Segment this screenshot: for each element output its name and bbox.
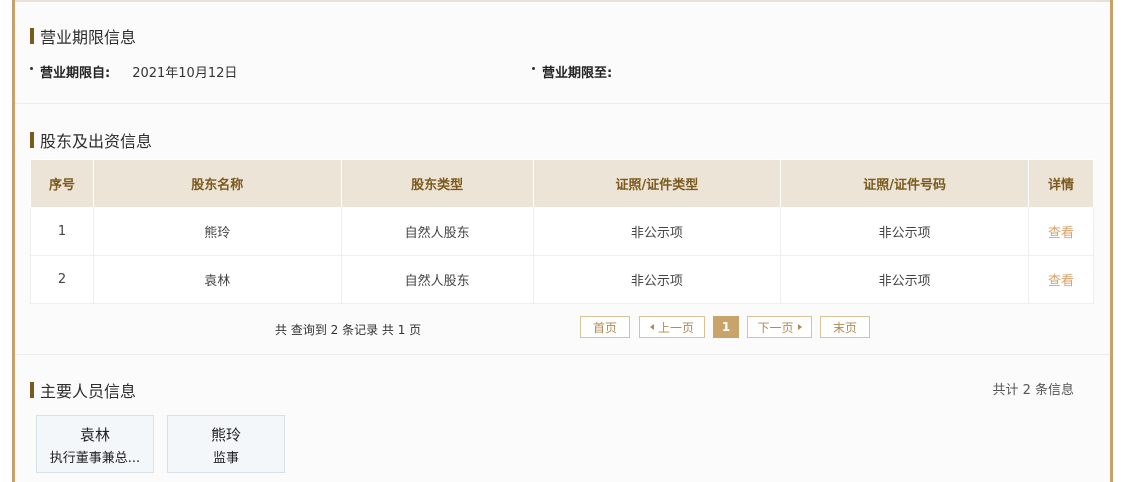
- view-detail-link[interactable]: 查看: [1028, 255, 1094, 304]
- divider: [15, 354, 1110, 355]
- cell-name: 熊玲: [92, 207, 342, 256]
- button-label: 下一页: [757, 320, 794, 335]
- section-title-business-period: 营业期限信息: [30, 24, 136, 48]
- button-label: 上一页: [657, 320, 694, 335]
- table-header-row: 序号 股东名称 股东类型 证照/证件类型 证照/证件号码 详情: [30, 159, 1094, 208]
- pager-summary: 共 查询到 2 条记录 共 1 页: [275, 323, 422, 337]
- cell-cert-no: 非公示项: [780, 255, 1029, 304]
- cell-cert-no: 非公示项: [780, 207, 1029, 256]
- prev-page-button[interactable]: 上一页: [639, 316, 705, 338]
- cell-cert-type: 非公示项: [532, 255, 782, 304]
- shareholder-table: 序号 股东名称 股东类型 证照/证件类型 证照/证件号码 详情 1 熊玲 自然人…: [30, 159, 1094, 304]
- title-bar-icon: [30, 382, 34, 398]
- cell-no: 2: [30, 255, 94, 304]
- view-detail-link[interactable]: 查看: [1028, 207, 1094, 256]
- bullet-icon: [30, 67, 33, 70]
- content-frame: 营业期限信息 营业期限自: 2021年10月12日 营业期限至: 股东及出资信息…: [12, 0, 1113, 482]
- field-value: 2021年10月12日: [132, 66, 238, 81]
- top-border: [15, 0, 1110, 2]
- field-label: 营业期限自:: [40, 66, 111, 81]
- field-period-from: 营业期限自: 2021年10月12日: [30, 62, 237, 81]
- divider: [15, 103, 1110, 104]
- cell-type: 自然人股东: [340, 255, 534, 304]
- section-title-text: 股东及出资信息: [40, 132, 153, 151]
- person-card[interactable]: 袁林 执行董事兼总...: [36, 415, 154, 473]
- button-label: 首页: [592, 320, 617, 335]
- table-row: 1 熊玲 自然人股东 非公示项 非公示项 查看: [30, 207, 1094, 256]
- cell-type: 自然人股东: [340, 207, 534, 256]
- col-header-name: 股东名称: [92, 159, 342, 208]
- next-page-button[interactable]: 下一页: [747, 316, 812, 338]
- first-page-button[interactable]: 首页: [580, 316, 630, 338]
- section-title-shareholders: 股东及出资信息: [30, 128, 152, 152]
- table-row: 2 袁林 自然人股东 非公示项 非公示项 查看: [30, 255, 1094, 304]
- page-number-button[interactable]: 1: [713, 316, 739, 338]
- person-role: 监事: [212, 451, 239, 466]
- cell-name: 袁林: [92, 255, 342, 304]
- col-header-cert-type: 证照/证件类型: [532, 159, 782, 208]
- last-page-button[interactable]: 末页: [820, 316, 870, 338]
- button-label: 1: [721, 320, 731, 334]
- cell-no: 1: [30, 207, 94, 256]
- section-title-text: 营业期限信息: [40, 28, 137, 47]
- col-header-cert-no: 证照/证件号码: [780, 159, 1029, 208]
- staff-count: 共计 2 条信息: [992, 383, 1074, 398]
- col-header-no: 序号: [30, 159, 94, 208]
- title-bar-icon: [30, 132, 34, 148]
- person-role: 执行董事兼总...: [49, 451, 141, 466]
- caret-right-icon: [797, 324, 802, 330]
- col-header-type: 股东类型: [340, 159, 534, 208]
- field-label: 营业期限至:: [542, 66, 613, 81]
- section-title-staff: 主要人员信息: [30, 378, 136, 402]
- button-label: 末页: [832, 320, 857, 335]
- person-card[interactable]: 熊玲 监事: [167, 415, 285, 473]
- title-bar-icon: [30, 28, 34, 44]
- bullet-icon: [532, 67, 535, 70]
- section-title-text: 主要人员信息: [40, 382, 137, 401]
- field-period-to: 营业期限至:: [532, 62, 634, 81]
- cell-cert-type: 非公示项: [532, 207, 782, 256]
- caret-left-icon: [649, 324, 654, 330]
- col-header-detail: 详情: [1028, 159, 1094, 208]
- person-name: 袁林: [79, 426, 110, 444]
- person-name: 熊玲: [210, 426, 241, 444]
